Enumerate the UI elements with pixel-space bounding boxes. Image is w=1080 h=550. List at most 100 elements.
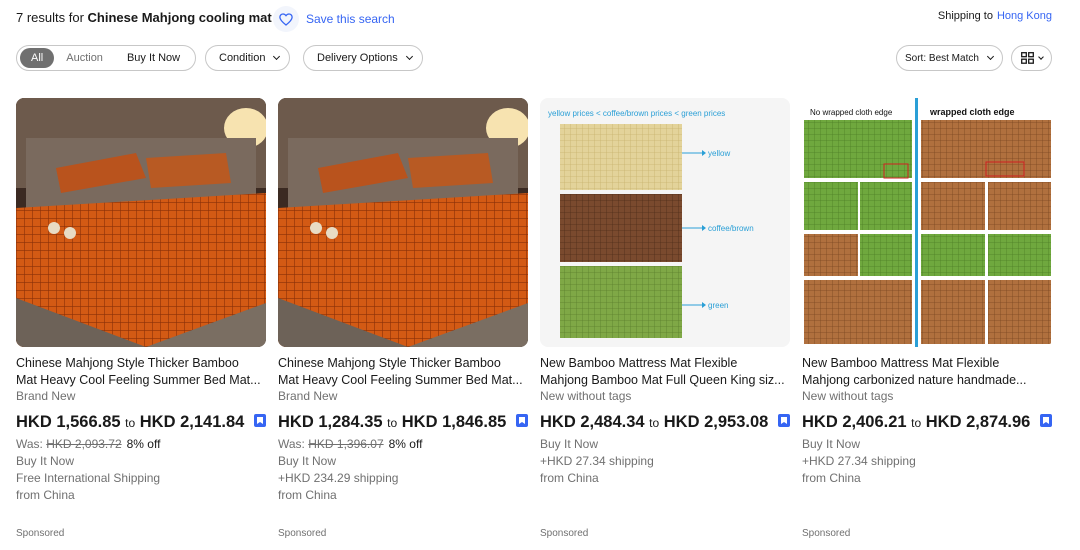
listing-condition: Brand New [278, 389, 338, 403]
shipping-cost: +HKD 27.34 shipping [540, 454, 654, 468]
listing-title-line[interactable]: New Bamboo Mattress Mat Flexible [540, 355, 790, 372]
price-high: HKD 2,141.84 [139, 413, 245, 431]
listing-title[interactable]: Chinese Mahjong Style Thicker Bamboo Mat… [278, 355, 528, 389]
item-location: from China [802, 471, 861, 485]
shipping-destination: Shipping to Hong Kong [938, 10, 1052, 22]
listing-title[interactable]: New Bamboo Mattress Mat Flexible Mahjong… [802, 355, 1052, 389]
buying-format: Buy It Now [802, 437, 861, 451]
price-low: HKD 1,566.85 [16, 413, 121, 431]
results-prefix: 7 results for [16, 10, 88, 25]
image-label-coffee: coffee/brown [708, 224, 754, 233]
listing-title-line[interactable]: Chinese Mahjong Style Thicker Bamboo [278, 355, 528, 372]
save-search-label[interactable]: Save this search [306, 12, 395, 26]
listing-title-line[interactable]: Mahjong carbonized nature handmade... [802, 372, 1052, 389]
bookmark-icon[interactable] [1040, 414, 1052, 427]
save-search-button[interactable]: Save this search [273, 6, 395, 32]
listing-image[interactable]: No wrapped cloth edge wrapped cloth edge [802, 98, 1052, 347]
price-high: HKD 1,846.85 [401, 413, 507, 431]
filter-auction[interactable]: Auction [54, 48, 115, 68]
listing-price: HKD 2,484.34 to HKD 2,953.08 [540, 410, 772, 436]
was-price-value: HKD 1,396.07 [308, 437, 384, 451]
listing-title-line[interactable]: New Bamboo Mattress Mat Flexible [802, 355, 1052, 372]
filter-bar: All Auction Buy It Now Condition Deliver… [16, 45, 1056, 73]
listing-image[interactable] [278, 98, 528, 347]
listing-price: HKD 1,566.85 to HKD 2,141.84 [16, 410, 248, 436]
discount-badge: 8% off [388, 437, 423, 451]
listing-price: HKD 1,284.35 to HKD 1,846.85 [278, 410, 510, 436]
sort-label: Sort: Best Match [905, 52, 979, 64]
image-label-left: No wrapped cloth edge [810, 108, 893, 117]
listing-title-line[interactable]: Mahjong Bamboo Mat Full Queen King siz..… [540, 372, 790, 389]
condition-dropdown[interactable]: Condition [205, 45, 291, 71]
chevron-down-icon [1037, 53, 1044, 60]
bookmark-icon[interactable] [516, 414, 528, 427]
chevron-down-icon [405, 52, 413, 61]
price-high: HKD 2,953.08 [663, 413, 769, 431]
shipping-cost: Free International Shipping [16, 471, 161, 485]
sort-dropdown[interactable]: Sort: Best Match [896, 45, 1003, 71]
listing-title[interactable]: New Bamboo Mattress Mat Flexible Mahjong… [540, 355, 790, 389]
bookmark-icon[interactable] [778, 414, 790, 427]
listing-title-line[interactable]: Mat Heavy Cool Feeling Summer Bed Mat... [16, 372, 266, 389]
shipping-location-link[interactable]: Hong Kong [997, 10, 1052, 22]
listing-card[interactable]: yellow prices < coffee/brown prices < gr… [540, 98, 790, 487]
buying-format-toggle: All Auction Buy It Now [16, 45, 197, 71]
filter-all[interactable]: All [20, 48, 55, 68]
listing-condition: New without tags [540, 389, 632, 403]
item-location: from China [278, 488, 337, 502]
price-to: to [911, 416, 922, 430]
search-query: Chinese Mahjong cooling mat [87, 10, 272, 25]
delivery-options-dropdown[interactable]: Delivery Options [303, 45, 423, 71]
was-label: Was: [16, 437, 43, 451]
was-price: Was: HKD 1,396.07 8% off [278, 436, 528, 453]
price-to: to [649, 416, 660, 430]
buying-format: Buy It Now [540, 437, 599, 451]
shipping-cost: +HKD 234.29 shipping [278, 471, 399, 485]
shipping-cost: +HKD 27.34 shipping [802, 454, 916, 468]
price-low: HKD 1,284.35 [278, 413, 383, 431]
view-toggle[interactable] [1011, 45, 1052, 71]
listing-card[interactable]: Chinese Mahjong Style Thicker Bamboo Mat… [16, 98, 266, 504]
chevron-down-icon [273, 52, 281, 61]
image-label-right: wrapped cloth edge [929, 107, 1015, 117]
price-low: HKD 2,484.34 [540, 413, 645, 431]
bookmark-icon[interactable] [254, 414, 266, 427]
was-price-value: HKD 2,093.72 [46, 437, 122, 451]
discount-badge: 8% off [126, 437, 161, 451]
buying-format: Buy It Now [16, 454, 75, 468]
was-price: Was: HKD 2,093.72 8% off [16, 436, 266, 453]
results-header: 7 results for Chinese Mahjong cooling ma… [16, 0, 1064, 36]
listing-condition: New without tags [802, 389, 894, 403]
image-caption: yellow prices < coffee/brown prices < gr… [548, 109, 725, 118]
listing-card[interactable]: Chinese Mahjong Style Thicker Bamboo Mat… [278, 98, 528, 504]
item-location: from China [16, 488, 75, 502]
listing-image[interactable]: yellow prices < coffee/brown prices < gr… [540, 98, 790, 347]
sponsored-label: Sponsored [278, 528, 327, 539]
grid-view-icon [1020, 52, 1034, 64]
image-label-green: green [708, 301, 728, 310]
heart-icon[interactable] [273, 6, 299, 32]
listing-title-line[interactable]: Mat Heavy Cool Feeling Summer Bed Mat... [278, 372, 528, 389]
price-to: to [125, 416, 136, 430]
sponsored-label: Sponsored [802, 528, 851, 539]
listing-image[interactable] [16, 98, 266, 347]
shipping-label: Shipping to [937, 10, 993, 22]
was-label: Was: [278, 437, 305, 451]
listing-title-line[interactable]: Chinese Mahjong Style Thicker Bamboo [16, 355, 266, 372]
item-location: from China [540, 471, 599, 485]
listing-title[interactable]: Chinese Mahjong Style Thicker Bamboo Mat… [16, 355, 266, 389]
price-high: HKD 2,874.96 [925, 413, 1031, 431]
buying-format: Buy It Now [278, 454, 337, 468]
sponsored-label: Sponsored [540, 528, 589, 539]
listing-price: HKD 2,406.21 to HKD 2,874.96 [802, 410, 1034, 436]
results-count: 7 results for Chinese Mahjong cooling ma… [16, 10, 272, 25]
sponsored-label: Sponsored [16, 528, 65, 539]
condition-label: Condition [219, 52, 266, 64]
delivery-label: Delivery Options [317, 52, 398, 64]
price-low: HKD 2,406.21 [802, 413, 907, 431]
listing-card[interactable]: No wrapped cloth edge wrapped cloth edge… [802, 98, 1052, 487]
listing-condition: Brand New [16, 389, 76, 403]
filter-buy-it-now[interactable]: Buy It Now [115, 48, 192, 68]
chevron-down-icon [986, 52, 994, 61]
price-to: to [387, 416, 398, 430]
